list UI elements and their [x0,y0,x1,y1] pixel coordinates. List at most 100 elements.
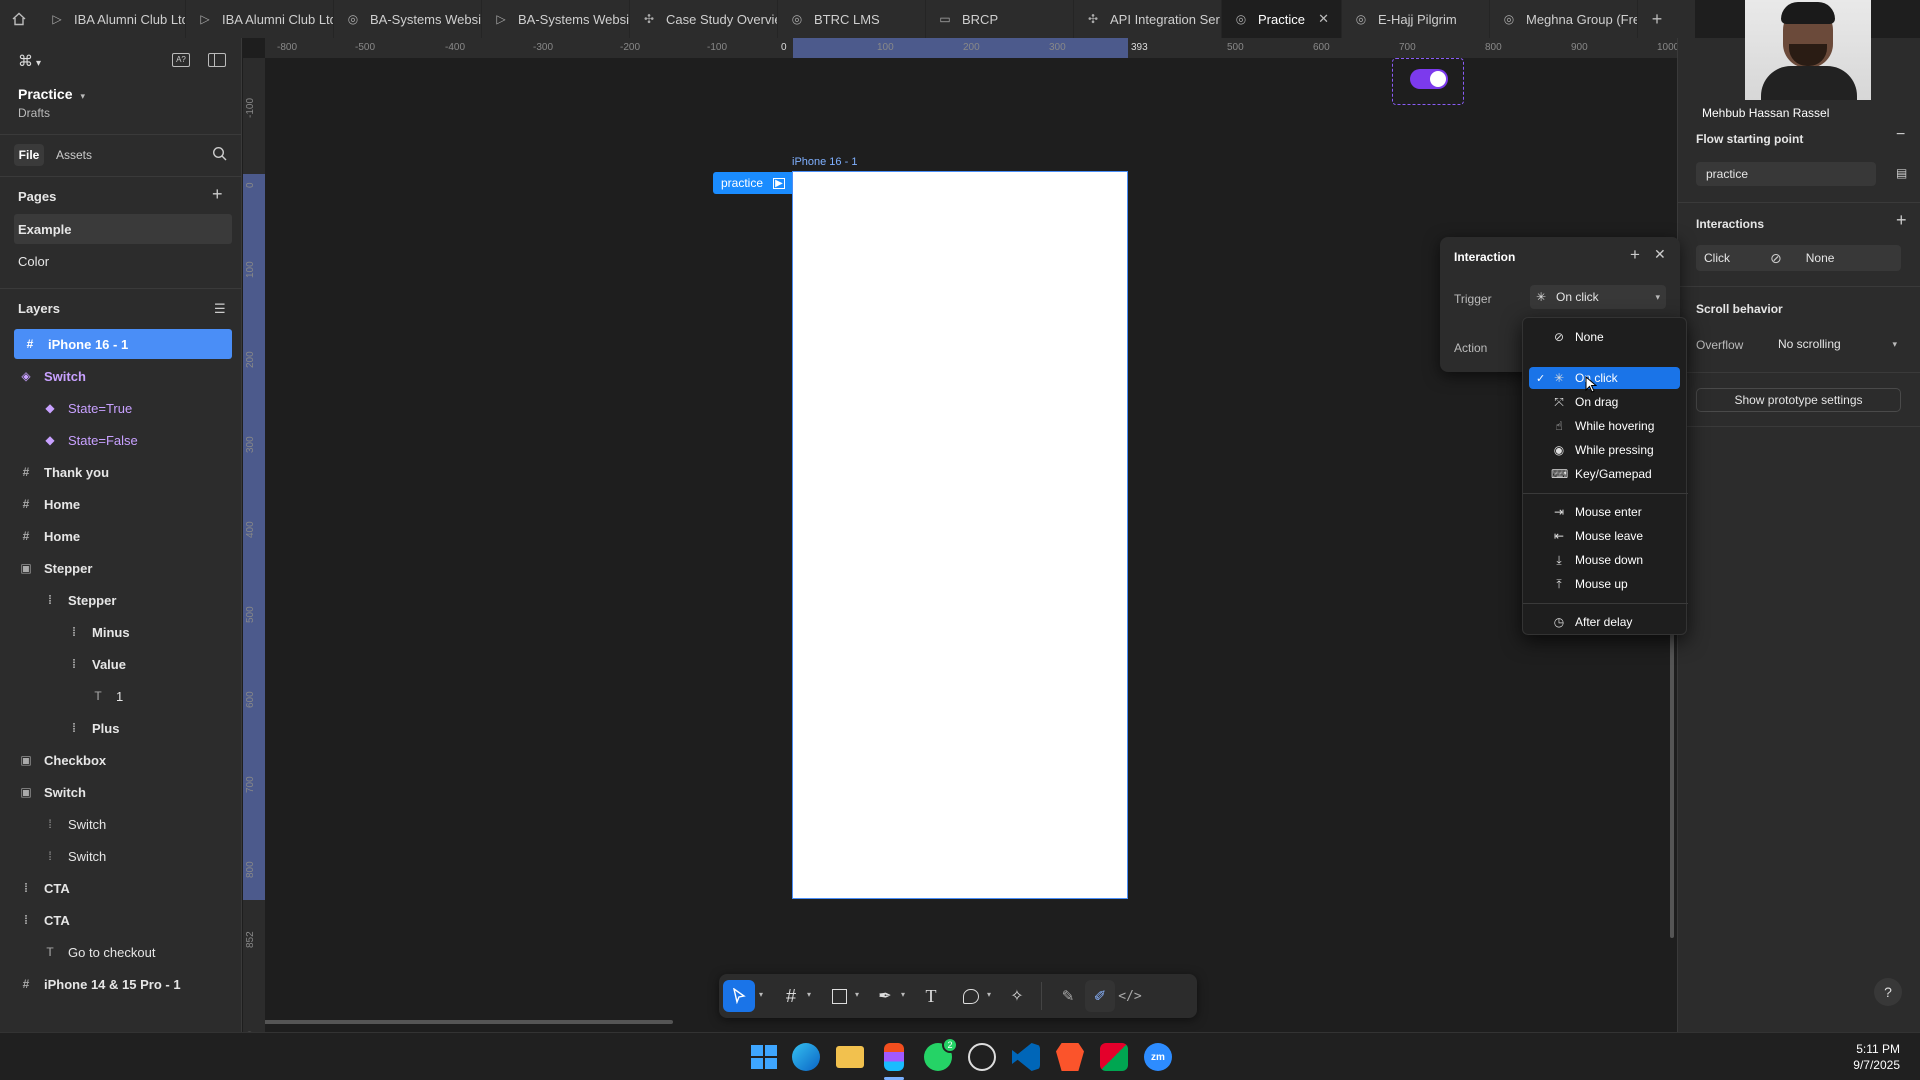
trigger-select[interactable]: ✳ On click ▾ [1530,285,1666,309]
add-action-button[interactable]: + [1630,245,1640,265]
tab-4[interactable]: ✣ Case Study Overview [630,0,778,38]
layer-item[interactable]: # Home [0,489,242,519]
layer-item[interactable]: ⁞ Switch [0,841,242,871]
tab-8[interactable]: ◎ Practice ✕ [1222,0,1342,38]
whatsapp-icon[interactable]: 2 [924,1037,958,1071]
layer-item[interactable]: T1 [0,681,242,711]
search-icon[interactable] [212,146,227,164]
chevron-down-icon[interactable]: ▾ [987,990,991,999]
new-tab-button[interactable]: + [1638,9,1676,30]
home-icon[interactable] [0,0,38,38]
file-name[interactable]: Practice ▾ [18,86,85,102]
tab-10[interactable]: ◎ Meghna Group (Fre [1490,0,1638,38]
file-explorer-icon[interactable] [836,1046,864,1068]
dev-mode-icon[interactable]: </> [1115,980,1145,1012]
draw-mode-icon[interactable]: ✎ [1053,980,1083,1012]
layer-item[interactable]: # Home [0,521,242,551]
figma-menu-icon[interactable]: ⌘ ▾ [18,52,41,70]
rectangle-tool-icon[interactable] [823,980,855,1012]
trigger-option[interactable]: ⤒ Mouse up [1529,573,1680,595]
design-mode-icon[interactable]: ✐ [1085,980,1115,1012]
layer-item[interactable]: ⁞ Value [0,649,242,679]
tab-6[interactable]: ▭ BRCP [926,0,1074,38]
tab-1[interactable]: ▷ IBA Alumni Club Ltd [186,0,334,38]
layer-item[interactable]: ⁞ CTA [0,873,242,903]
ai-icon[interactable]: A? [172,53,190,67]
interaction-row[interactable]: Click ⊘ None [1696,245,1901,271]
page-item[interactable]: Color [0,246,242,276]
tab-3[interactable]: ▷ BA-Systems Website [482,0,630,38]
layer-item[interactable]: # iPhone 14 & 15 Pro - 1 [0,969,242,999]
switch-component[interactable] [1392,58,1464,105]
layers-options-icon[interactable]: ☰ [214,301,226,317]
adobe-icon[interactable] [1100,1043,1128,1071]
edge-icon[interactable] [792,1043,820,1071]
layer-item[interactable]: ◆ State=True [0,393,242,423]
trigger-option[interactable]: ⌨ Key/Gamepad [1529,463,1680,485]
canvas[interactable]: iPhone 16 - 1 practice ▶ ▾ # ▾ ▾ ✒ ▾ T ▾… [243,38,1677,1032]
move-tool-icon[interactable] [723,980,755,1012]
zoom-icon[interactable]: zm [1144,1043,1172,1071]
chevron-down-icon[interactable]: ▾ [855,990,859,999]
page-item[interactable]: Example [14,214,232,244]
frame-tool-icon[interactable]: # [775,980,807,1012]
help-button[interactable]: ? [1874,978,1902,1006]
tab-5[interactable]: ◎ BTRC LMS [778,0,926,38]
iphone-frame[interactable] [792,171,1128,899]
show-prototype-settings-button[interactable]: Show prototype settings [1696,388,1901,412]
trigger-option[interactable]: ⊘ None [1529,326,1680,348]
pen-tool-icon[interactable]: ✒ [869,980,901,1012]
flow-badge[interactable]: practice ▶ [713,172,795,194]
layer-item[interactable]: ⁞ CTA [0,905,242,935]
tab-file[interactable]: File [14,144,44,166]
tab-assets[interactable]: Assets [56,148,92,162]
chevron-down-icon[interactable]: ▾ [759,990,763,999]
layer-item[interactable]: T Go to checkout [0,937,242,967]
clipboard-icon[interactable]: ▤ [1896,166,1907,180]
trigger-option[interactable]: ◷ After delay [1529,611,1680,633]
layer-item[interactable]: ▣ Stepper [0,553,242,583]
layer-item[interactable]: ▣ Checkbox [0,745,242,775]
tab-0[interactable]: ▷ IBA Alumni Club Ltd [38,0,186,38]
switch-toggle[interactable] [1410,69,1448,89]
tab-7[interactable]: ✣ API Integration Ser [1074,0,1222,38]
brave-icon[interactable] [1056,1043,1084,1071]
trigger-option[interactable]: ⤧ On drag [1529,391,1680,413]
vscode-icon[interactable] [1012,1043,1040,1071]
layer-item[interactable]: ⁞ Plus [0,713,242,743]
close-icon[interactable]: ✕ [1654,246,1666,263]
add-page-button[interactable]: + [212,184,223,205]
layer-item[interactable]: # Thank you [0,457,242,487]
layer-item[interactable]: # iPhone 16 - 1 [14,329,232,359]
frame-label[interactable]: iPhone 16 - 1 [792,156,857,168]
chevron-down-icon[interactable]: ▾ [807,990,811,999]
close-tab-icon[interactable]: ✕ [1318,11,1329,27]
trigger-option[interactable]: ⇥ Mouse enter [1529,501,1680,523]
layer-item[interactable]: ⁞ Stepper [0,585,242,615]
text-tool-icon[interactable]: T [915,980,947,1012]
layer-item[interactable]: ◆ State=False [0,425,242,455]
tab-2[interactable]: ◎ BA-Systems Website [334,0,482,38]
layer-item[interactable]: ⁞ Minus [0,617,242,647]
comment-tool-icon[interactable] [955,980,987,1012]
trigger-option[interactable]: ⇤ Mouse leave [1529,525,1680,547]
layer-item[interactable]: ⁞ Switch [0,809,242,839]
trigger-option[interactable]: ◉ While pressing [1529,439,1680,461]
flow-name-input[interactable]: practice [1696,162,1876,186]
tab-9[interactable]: ◎ E-Hajj Pilgrim [1342,0,1490,38]
windows-start-icon[interactable] [749,1043,777,1071]
trigger-option[interactable]: ✓ ✳ On click [1529,367,1680,389]
horizontal-scrollbar[interactable] [263,1020,673,1024]
remove-flow-button[interactable]: − [1896,126,1905,144]
sidebar-toggle-icon[interactable] [208,53,226,67]
layer-item[interactable]: ▣ Switch [0,777,242,807]
trigger-option[interactable]: ☝ While hovering [1529,415,1680,437]
overflow-select[interactable]: No scrolling ▾ [1770,331,1905,357]
trigger-option[interactable]: ⤓ Mouse down [1529,549,1680,571]
chatgpt-icon[interactable] [968,1043,996,1071]
add-interaction-button[interactable]: + [1896,210,1907,231]
chevron-down-icon[interactable]: ▾ [901,990,905,999]
figma-icon[interactable] [884,1043,904,1071]
actions-icon[interactable]: ✧ [1001,980,1033,1012]
layer-item[interactable]: ◈ Switch [0,361,242,391]
